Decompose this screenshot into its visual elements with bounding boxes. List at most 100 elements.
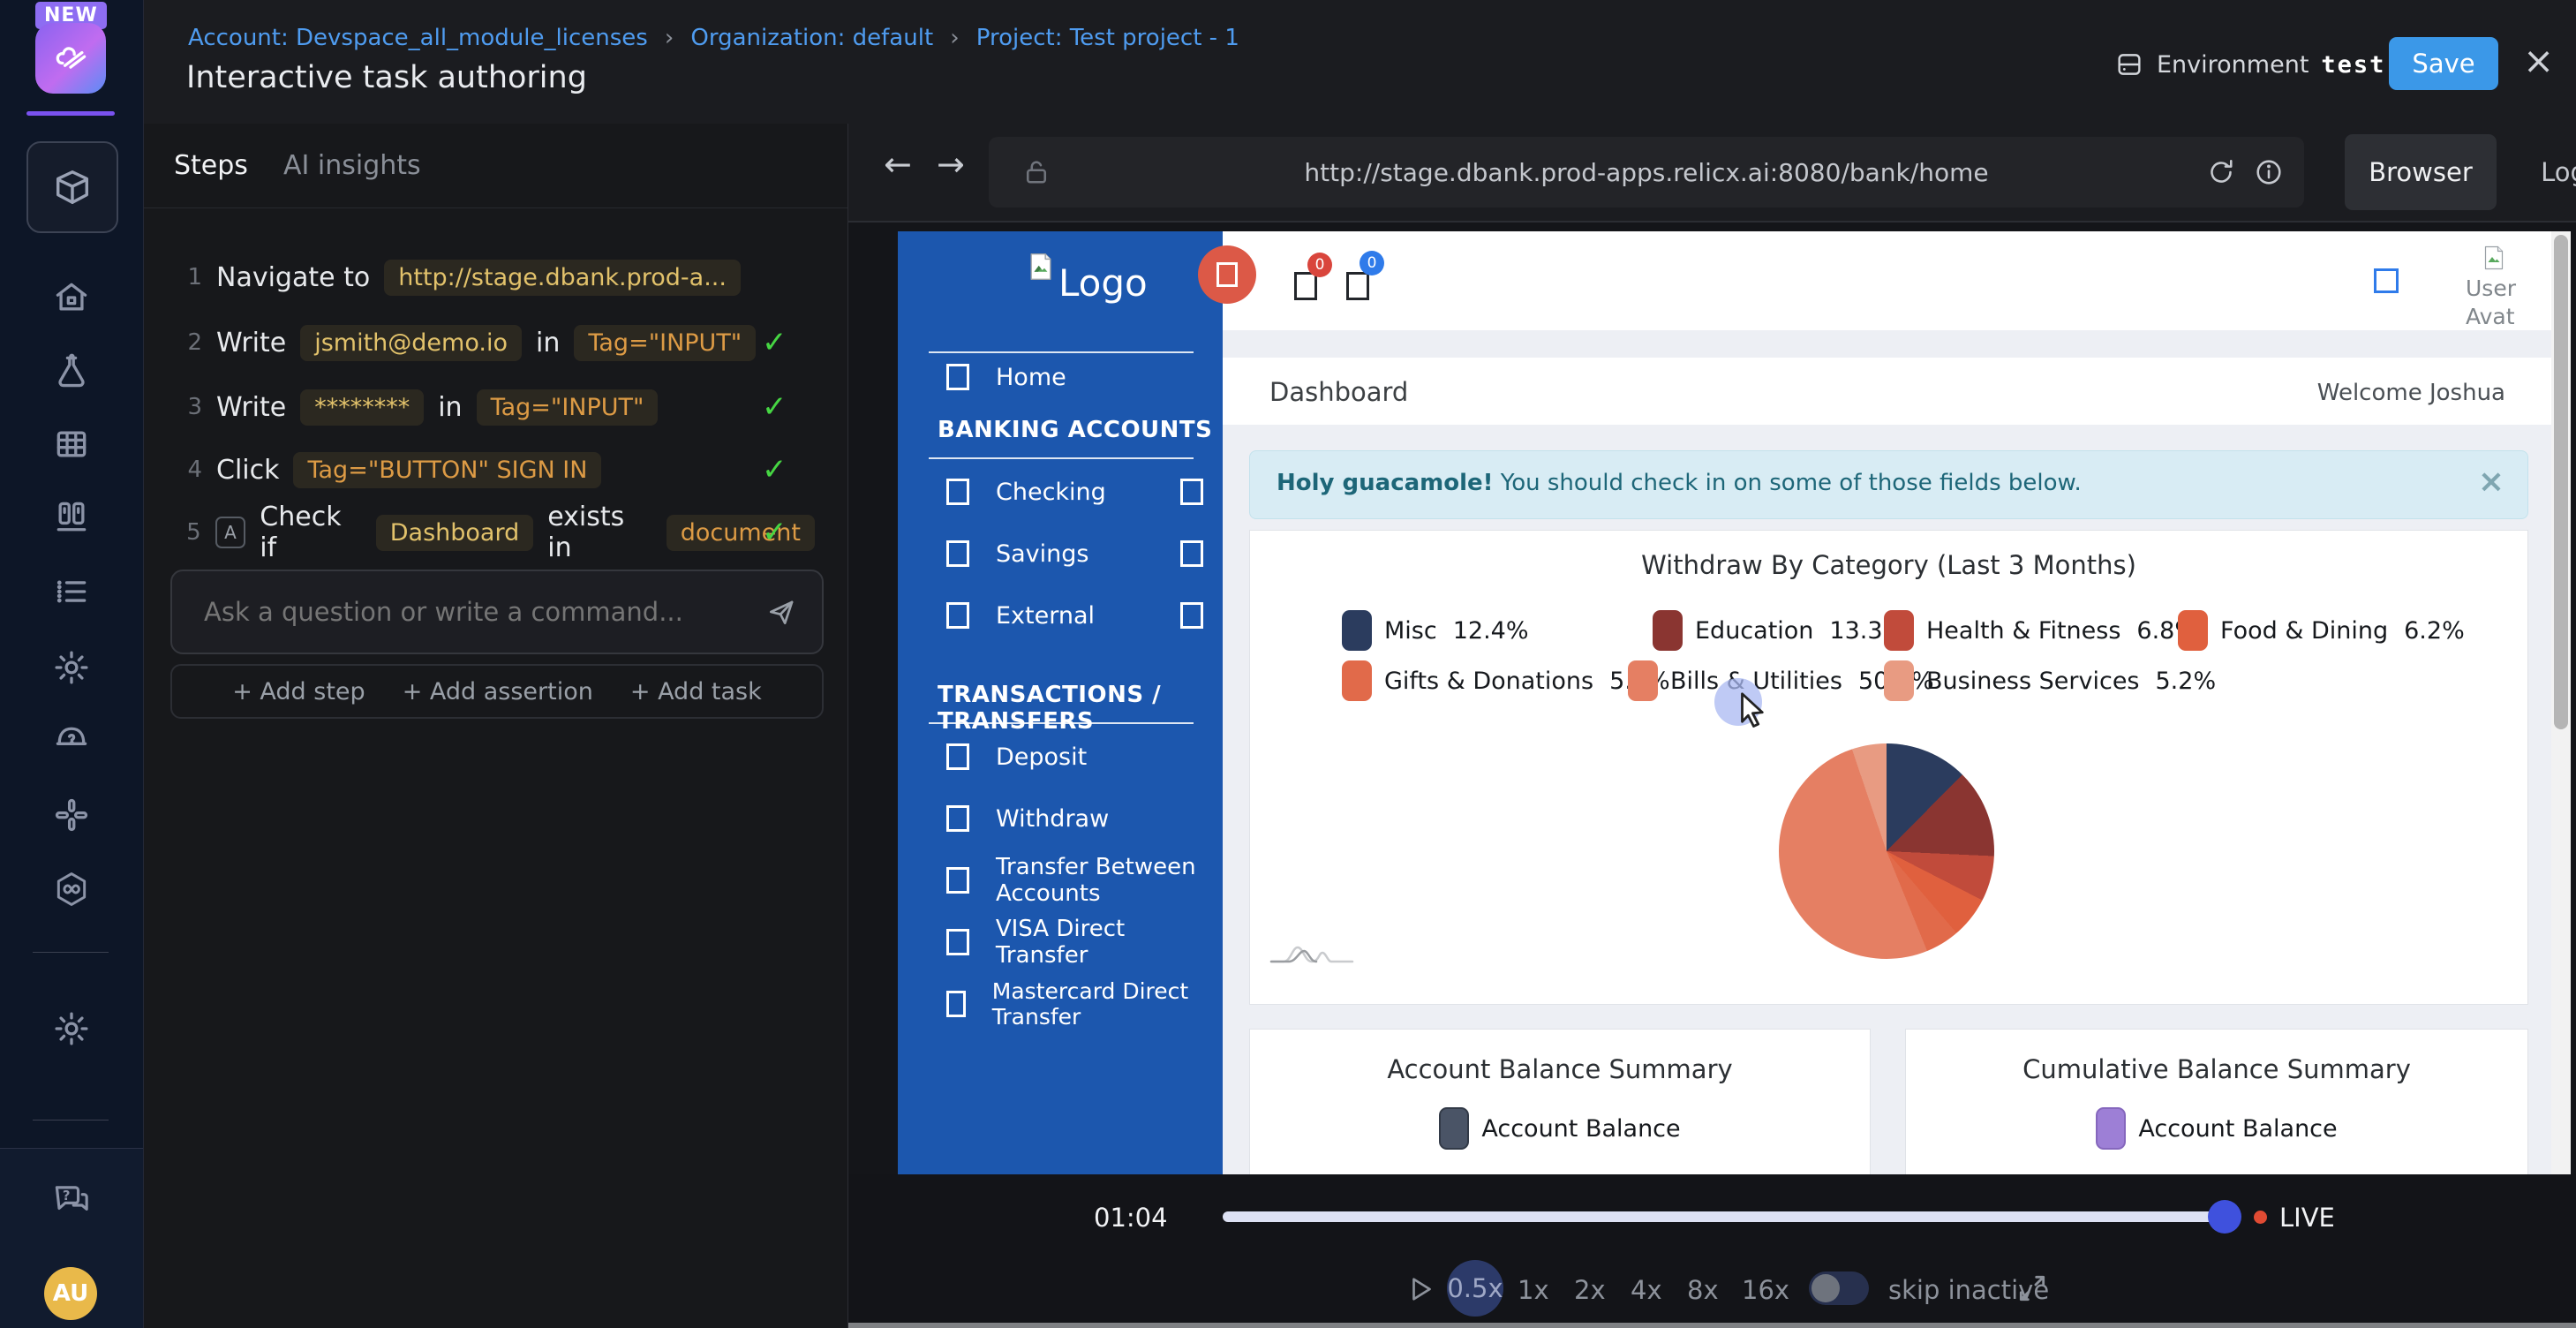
user-avatar[interactable]: AU [44,1267,97,1320]
card-legend[interactable]: Account Balance [1906,1107,2527,1150]
tab-steps[interactable]: Steps [174,150,248,181]
step-value-chip[interactable]: ******** [300,389,424,426]
sidebar-toggle-button[interactable] [1198,245,1256,304]
breadcrumb-account[interactable]: Account: Devspace_all_module_licenses [188,25,648,51]
cumulative-balance-card: Cumulative Balance Summary Account Balan… [1905,1029,2528,1174]
step-value-chip[interactable]: jsmith@demo.io [300,325,522,361]
legend-item[interactable]: Education 13.3% [1653,608,1905,653]
speed-8x-button[interactable]: 8x [1687,1275,1719,1305]
broken-image-placeholder[interactable] [1294,272,1317,300]
rail-item-table[interactable] [49,422,94,466]
legend-item[interactable]: Gifts & Donations 5.1% [1342,659,1670,703]
rail-item-slack[interactable] [49,793,94,837]
bank-nav-transfer-between-accounts[interactable]: Transfer Between Accounts [898,856,1223,904]
speed-4x-button[interactable]: 4x [1631,1275,1662,1305]
bank-section-transactions: TRANSACTIONS / TRANSFERS [938,682,1223,735]
environment-selector[interactable]: Environment test [2114,49,2385,79]
add-step-button[interactable]: + Add step [232,678,365,706]
rail-item-integrations[interactable] [49,867,94,911]
broken-image-placeholder-blue[interactable] [2374,268,2399,293]
bank-logo-text[interactable]: Logo [1058,261,1148,305]
step-row-4[interactable]: 4 Click Tag="BUTTON" SIGN IN ✓ [144,441,815,499]
legend-item[interactable]: Business Services 5.2% [1884,659,2216,703]
chevron-right-icon: › [938,25,971,51]
refresh-icon[interactable] [2205,156,2237,188]
timeline-slider-track[interactable] [1223,1211,2213,1222]
speed-16x-button[interactable]: 16x [1742,1275,1789,1305]
broken-image-placeholder [946,805,969,832]
step-target-chip[interactable]: Tag="BUTTON" SIGN IN [293,452,601,488]
card-legend[interactable]: Account Balance [1250,1107,1870,1150]
tab-browser-view[interactable]: Browser [2345,134,2497,210]
app-logo[interactable] [35,23,106,94]
play-button[interactable] [1405,1273,1436,1305]
rail-item-preferences[interactable] [49,1007,94,1051]
scrollbar-thumb[interactable] [2554,235,2568,729]
broken-image-placeholder [946,540,969,567]
step-target-chip[interactable]: Tag="INPUT" [477,389,659,426]
add-assertion-button[interactable]: + Add assertion [403,678,593,706]
user-avatar-alt-text[interactable]: User [2466,275,2516,301]
fullscreen-button[interactable] [2015,1271,2049,1305]
bank-sidebar: Logo Home BANKING ACCOUNTS Checking Savi… [898,231,1223,1174]
bank-nav-label: Savings [996,540,1088,568]
url-bar[interactable]: http://stage.dbank.prod-apps.relicx.ai:8… [989,137,2304,208]
rail-item-experiments[interactable] [49,350,94,394]
step-value-chip[interactable]: Dashboard [376,515,533,551]
bank-nav-visa-direct-transfer[interactable]: VISA Direct Transfer [898,918,1223,966]
url-text[interactable]: http://stage.dbank.prod-apps.relicx.ai:8… [989,137,2304,208]
rail-item-incognito[interactable] [49,719,94,763]
bank-content: Dashboard Welcome Joshua Holy guacamole!… [1223,330,2551,1174]
speed-2x-button[interactable]: 2x [1574,1275,1606,1305]
bank-nav-withdraw[interactable]: Withdraw [898,795,1223,842]
bank-nav-savings[interactable]: Savings [898,530,1223,577]
legend-item[interactable]: Health & Fitness 6.8% [1884,608,2197,653]
breadcrumb-project[interactable]: Project: Test project - 1 [976,25,1239,51]
rail-item-sessions-active[interactable] [26,141,118,233]
close-icon[interactable]: × [2523,42,2554,79]
horizontal-scrollbar[interactable] [848,1323,2576,1328]
browser-back-icon[interactable]: ← [884,145,912,184]
add-task-button[interactable]: + Add task [630,678,762,706]
skip-inactive-toggle[interactable] [1809,1271,1869,1305]
speed-0-5x-button-active[interactable]: 0.5x [1447,1260,1503,1317]
timeline-slider-thumb[interactable] [2208,1200,2241,1234]
tab-ai-insights[interactable]: AI insights [283,150,421,181]
step-row-3[interactable]: 3 Write ******** in Tag="INPUT" ✓ [144,378,815,436]
alert-bold-text: Holy guacamole! [1277,470,1494,496]
breadcrumb-organization[interactable]: Organization: default [690,25,933,51]
legend-item[interactable]: Food & Dining 6.2% [2178,608,2465,653]
broken-image-placeholder[interactable] [1346,272,1369,300]
bank-nav-deposit[interactable]: Deposit [898,733,1223,781]
step-value-chip[interactable]: http://stage.dbank.prod-a... [384,260,741,296]
scrollbar-track[interactable] [2551,231,2571,1174]
step-target-chip[interactable]: Tag="INPUT" [574,325,756,361]
bank-nav-checking[interactable]: Checking [898,468,1223,516]
list-icon [52,572,91,611]
save-button[interactable]: Save [2389,37,2498,90]
tab-log-view[interactable]: Log [2524,134,2576,210]
step-row-5[interactable]: 5 A Check if Dashboard exists in documen… [144,503,815,562]
bank-nav-mastercard-direct-transfer[interactable]: Mastercard Direct Transfer [898,980,1223,1028]
step-target-chip[interactable]: document [667,515,815,551]
alert-text: You should check in on some of those fie… [1494,470,2082,496]
step-row-1[interactable]: 1 Navigate to http://stage.dbank.prod-a.… [144,248,815,306]
help-chat-button[interactable]: ? [49,1177,94,1221]
rail-item-home[interactable] [49,275,94,320]
info-icon[interactable] [2253,156,2285,188]
rail-item-settings[interactable] [49,645,94,690]
alert-close-icon[interactable]: × [2478,464,2504,500]
browser-forward-icon[interactable]: → [937,145,965,184]
command-input[interactable] [202,596,765,628]
step-connector: exists in [547,502,652,563]
rail-item-list[interactable] [49,570,94,614]
step-row-2[interactable]: 2 Write jsmith@demo.io in Tag="INPUT" ✓ [144,313,815,372]
withdraw-category-pie-chart[interactable] [1779,743,1994,959]
bank-nav-external[interactable]: External [898,592,1223,639]
user-avatar-alt-text[interactable]: Avat [2466,304,2515,329]
bank-nav-home[interactable]: Home [898,353,1223,401]
send-button[interactable] [765,595,799,629]
legend-item[interactable]: Misc 12.4% [1342,608,1529,653]
rail-item-columns[interactable] [49,495,94,540]
speed-1x-button[interactable]: 1x [1518,1275,1549,1305]
